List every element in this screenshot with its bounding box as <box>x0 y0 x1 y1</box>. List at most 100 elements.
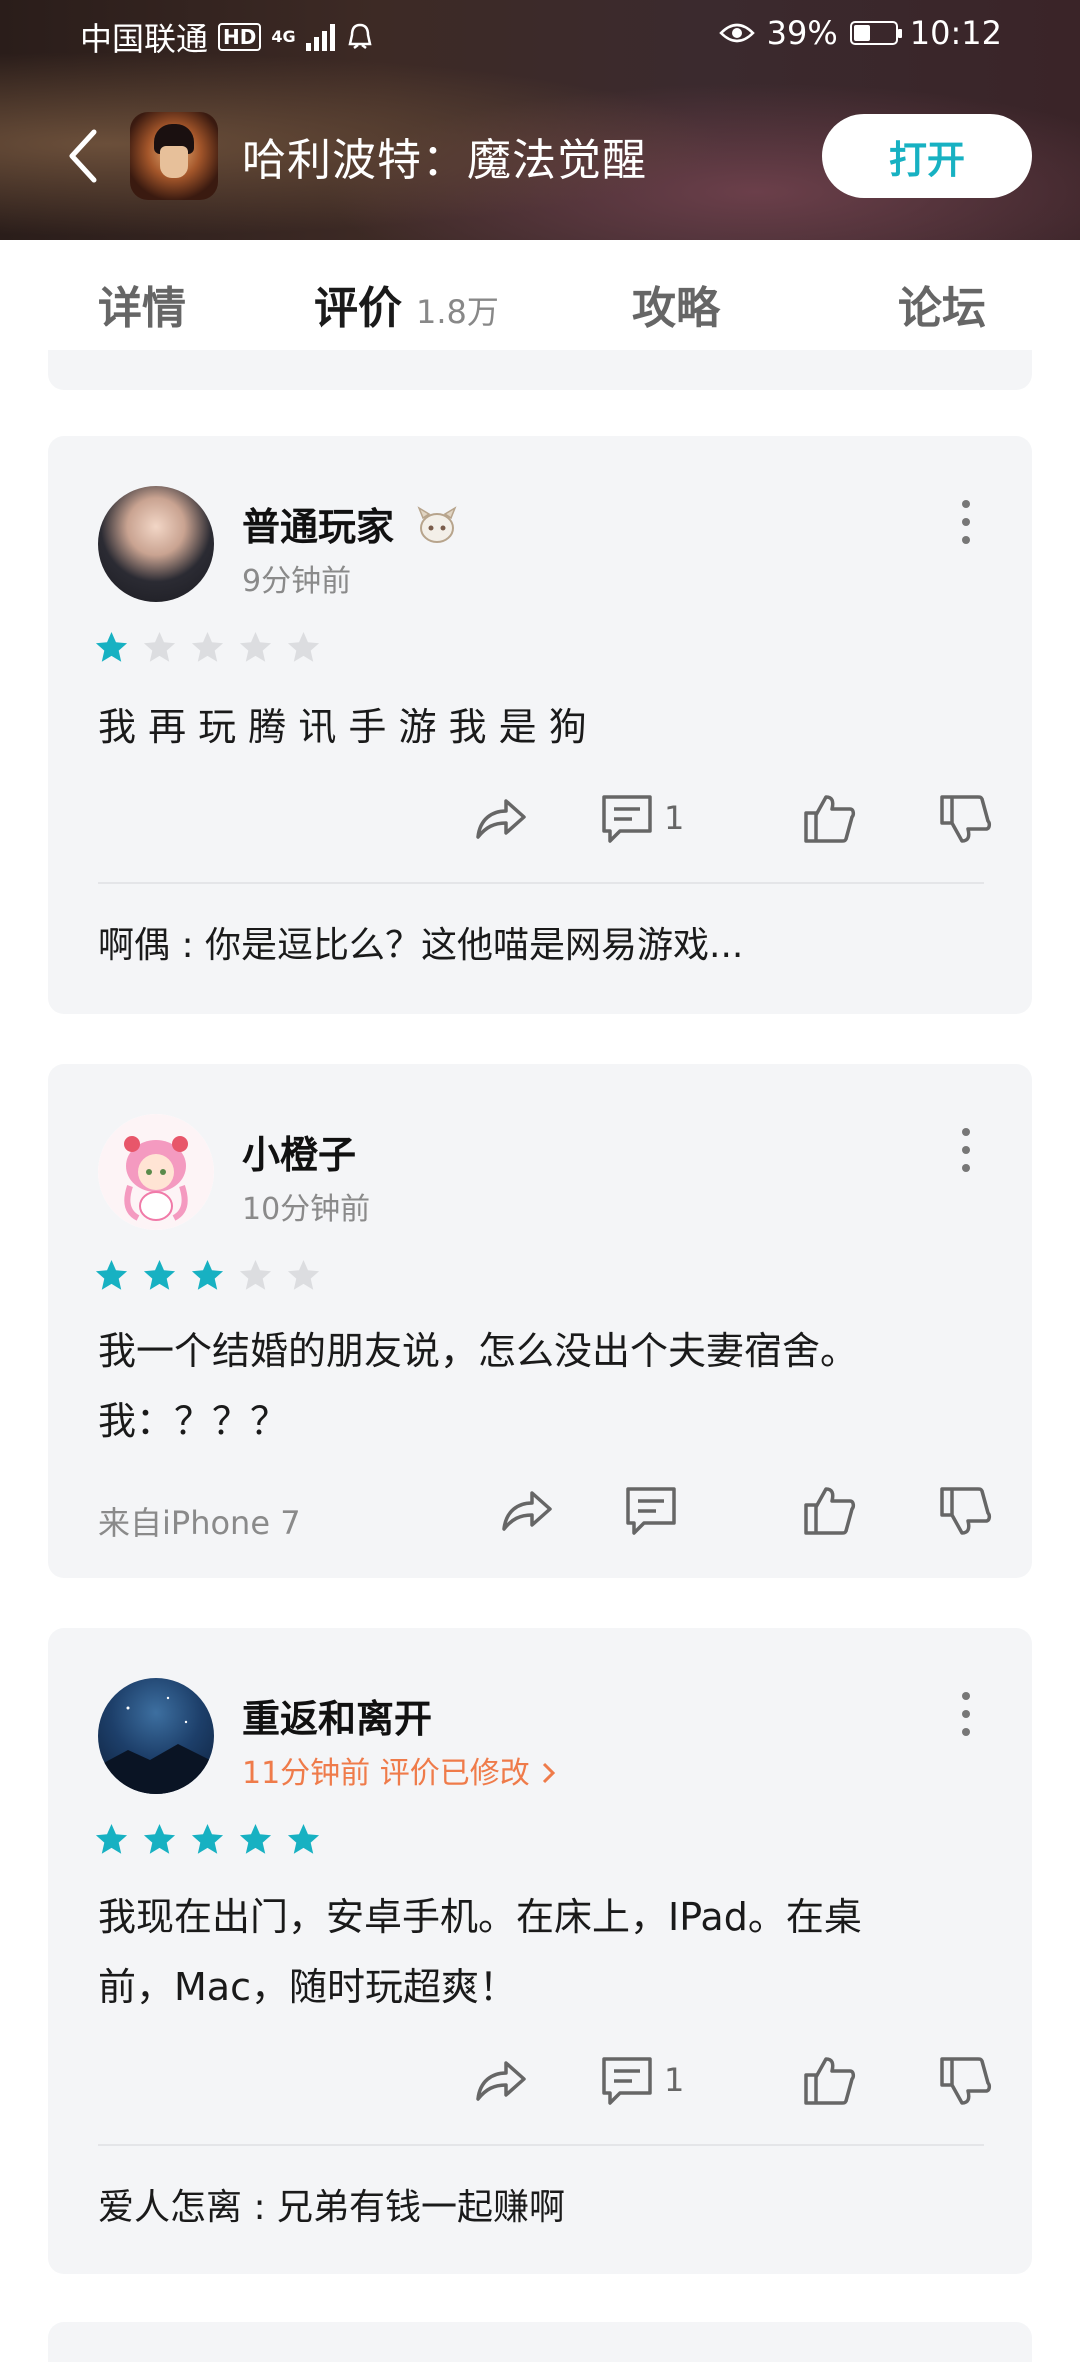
rating-stars <box>94 630 321 665</box>
app-header: 中国联通 HD 4G 39% 10:12 哈利波特：魔法觉醒 打开 <box>0 0 1080 240</box>
star-filled-icon <box>95 1259 128 1290</box>
tab-reviews[interactable]: 评价 1.8万 <box>314 272 499 336</box>
clock: 10:12 <box>909 14 1002 52</box>
share-button[interactable] <box>472 2050 530 2110</box>
reply-text: 兄弟有钱一起赚啊 <box>277 2187 566 2228</box>
tab-details[interactable]: 详情 <box>98 272 186 336</box>
share-button[interactable] <box>498 1480 556 1540</box>
review-card[interactable]: 普通玩家 9分钟前 我 再 玩 腾 讯 手 游 我 是 狗 1 啊偶 : 你是逗… <box>48 436 1032 1014</box>
star-filled-icon <box>239 1823 272 1854</box>
share-icon <box>476 799 526 839</box>
comment-count: 1 <box>664 799 685 837</box>
avatar[interactable] <box>98 486 214 602</box>
divider <box>98 2144 984 2146</box>
notification-icon <box>348 23 372 49</box>
thumbs-up-icon <box>804 1487 856 1535</box>
comment-button[interactable]: 1 <box>598 2050 684 2110</box>
tab-bar: 详情 评价 1.8万 攻略 论坛 <box>0 240 1080 360</box>
rating-stars <box>94 1258 321 1293</box>
comment-button[interactable]: 1 <box>598 788 684 848</box>
hd-icon: HD <box>218 23 262 51</box>
chevron-right-icon <box>543 1762 556 1784</box>
star-filled-icon <box>95 1823 128 1854</box>
star-filled-icon <box>287 1823 320 1854</box>
battery-percent: 39% <box>766 14 838 52</box>
battery-icon <box>849 21 902 45</box>
comment-icon <box>602 795 652 843</box>
review-content-line: 我一个结婚的朋友说，怎么没出个夫妻宿舍。 <box>98 1329 859 1373</box>
star-empty-icon <box>287 631 320 662</box>
review-content: 我 再 玩 腾 讯 手 游 我 是 狗 <box>98 705 587 749</box>
star-empty-icon <box>191 631 224 662</box>
next-review-card-edge <box>48 2322 1032 2362</box>
back-arrow-icon[interactable] <box>60 126 110 186</box>
tab-forum[interactable]: 论坛 <box>898 272 986 336</box>
reply-text: 你是逗比么？这他喵是网易游戏... <box>205 925 744 966</box>
star-empty-icon <box>143 631 176 662</box>
comment-button[interactable] <box>622 1480 680 1540</box>
reply-preview[interactable]: 爱人怎离 : 兄弟有钱一起赚啊 <box>98 2178 565 2230</box>
avatar-illustration <box>98 1114 214 1230</box>
user-badge-icon <box>417 506 457 543</box>
share-button[interactable] <box>472 788 530 848</box>
star-empty-icon <box>239 1259 272 1290</box>
review-time: 10分钟前 <box>242 1192 371 1227</box>
like-button[interactable] <box>800 2050 858 2110</box>
reply-separator: : <box>242 2187 278 2228</box>
comment-icon <box>626 1487 676 1535</box>
share-icon <box>476 2061 526 2101</box>
signal-icon <box>305 23 335 51</box>
review-content-line: 我：？？？ <box>98 1399 289 1443</box>
tab-label: 评价 <box>314 283 402 334</box>
thumbs-down-icon <box>940 2057 992 2105</box>
review-card[interactable]: 重返和离开 11分钟前 评价已修改 我现在出门，安卓手机。在床上，IPad。在桌… <box>48 1628 1032 2274</box>
star-filled-icon <box>143 1823 176 1854</box>
avatar[interactable] <box>98 1678 214 1794</box>
tab-label: 攻略 <box>632 283 720 334</box>
reply-author: 爱人怎离 <box>98 2187 243 2228</box>
review-time: 9分钟前 <box>242 564 352 599</box>
status-bar: 中国联通 HD 4G 39% 10:12 <box>0 0 1080 72</box>
more-options-icon[interactable] <box>962 1128 974 1172</box>
divider <box>98 882 984 884</box>
like-button[interactable] <box>800 1480 858 1540</box>
open-app-button[interactable]: 打开 <box>822 114 1032 198</box>
username[interactable]: 小橙子 <box>242 1124 356 1179</box>
username[interactable]: 重返和离开 <box>242 1688 432 1743</box>
review-content: 我现在出门，安卓手机。在床上，IPad。在桌 前，Mac，随时玩超爽！ <box>98 1882 998 2022</box>
like-button[interactable] <box>800 788 858 848</box>
avatar-illustration <box>98 1696 214 1794</box>
review-count: 1.8万 <box>416 293 499 331</box>
star-empty-icon <box>287 1259 320 1290</box>
thumbs-down-icon <box>940 795 992 843</box>
review-card[interactable]: 小橙子 10分钟前 我一个结婚的朋友说，怎么没出个夫妻宿舍。 我：？？？ 来自i… <box>48 1064 1032 1578</box>
thumbs-down-icon <box>940 1487 992 1535</box>
tab-label: 论坛 <box>898 283 986 334</box>
carrier-name: 中国联通 <box>80 20 209 58</box>
reply-preview[interactable]: 啊偶 : 你是逗比么？这他喵是网易游戏... <box>98 916 743 968</box>
review-content-line: 我现在出门，安卓手机。在床上，IPad。在桌 <box>98 1895 862 1939</box>
star-filled-icon <box>95 631 128 662</box>
reply-author: 啊偶 <box>98 925 171 966</box>
tab-label: 详情 <box>98 283 186 334</box>
star-empty-icon <box>239 631 272 662</box>
dislike-button[interactable] <box>936 2050 994 2110</box>
app-icon <box>130 112 218 200</box>
comment-count: 1 <box>664 2061 685 2099</box>
dislike-button[interactable] <box>936 1480 994 1540</box>
edited-label: 评价已修改 <box>379 1756 530 1791</box>
thumbs-up-icon <box>804 2057 856 2105</box>
username-text: 普通玩家 <box>242 505 395 549</box>
username[interactable]: 普通玩家 <box>242 496 461 551</box>
app-title: 哈利波特：魔法觉醒 <box>242 135 647 186</box>
avatar[interactable] <box>98 1114 214 1230</box>
dislike-button[interactable] <box>936 788 994 848</box>
more-options-icon[interactable] <box>962 1692 974 1736</box>
rating-stars <box>94 1822 321 1857</box>
reply-separator: : <box>170 925 206 966</box>
review-time[interactable]: 11分钟前 评价已修改 <box>242 1748 559 1792</box>
previous-review-card-edge <box>48 350 1032 390</box>
more-options-icon[interactable] <box>962 500 974 544</box>
comment-icon <box>602 2057 652 2105</box>
tab-guides[interactable]: 攻略 <box>632 272 720 336</box>
